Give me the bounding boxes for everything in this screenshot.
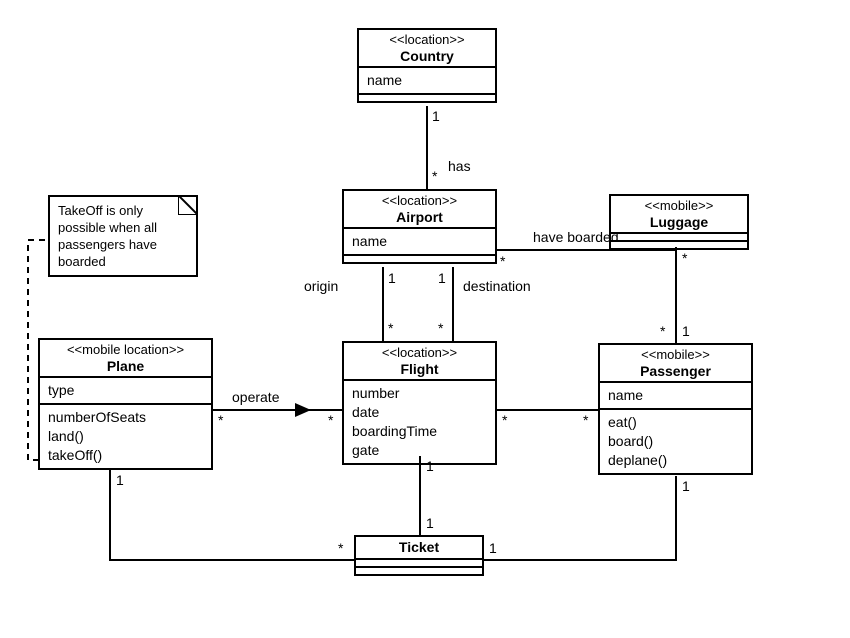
class-name: Flight [400,361,438,377]
stereotype-label: <<location>> [350,193,489,209]
stereotype-label: <<mobile>> [617,198,741,214]
class-country-header: <<location>> Country [359,30,495,68]
class-plane: <<mobile location>> Plane type numberOfS… [38,338,213,470]
ops-section [611,242,747,248]
mult-passenger-luggage-end: 1 [682,323,690,339]
mult-airport-end-has: * [432,168,437,184]
class-passenger: <<mobile>> Passenger name eat() board() … [598,343,753,475]
class-luggage: <<mobile>> Luggage [609,194,749,250]
attrs-section: name [600,383,751,410]
mult-plane-ticket-plane: 1 [116,472,124,488]
constraint-note: TakeOff is only possible when all passen… [48,195,198,277]
class-passenger-header: <<mobile>> Passenger [600,345,751,383]
attrs-section: name [359,68,495,95]
mult-haveboarded-airport: * [500,253,505,269]
assoc-destination-label: destination [463,278,531,294]
class-country: <<location>> Country name [357,28,497,103]
op: land() [48,427,203,446]
op: board() [608,432,743,451]
mult-haveboarded-passenger: * [660,323,665,339]
class-name: Airport [396,209,443,225]
ops-section: eat() board() deplane() [600,410,751,473]
note-fold-icon [178,195,198,215]
class-name: Ticket [399,539,439,555]
mult-flight-ticket-flight: 1 [426,458,434,474]
class-flight: <<location>> Flight number date boarding… [342,341,497,465]
stereotype-label: <<location>> [350,345,489,361]
stereotype-label: <<mobile location>> [46,342,205,358]
mult-operate-flight: * [328,412,333,428]
op: takeOff() [48,446,203,465]
note-text: TakeOff is only possible when all passen… [58,203,157,269]
class-airport: <<location>> Airport name [342,189,497,264]
attr: name [367,71,487,90]
attrs-section: number date boardingTime gate [344,381,495,463]
attrs-section [356,560,482,568]
mult-destination-far: * [438,320,443,336]
class-name: Plane [107,358,144,374]
class-name: Luggage [650,214,708,230]
mult-plane-ticket-ticket: * [338,540,343,556]
ops-section [359,95,495,101]
mult-luggage-end: * [682,250,687,266]
mult-flight-passenger-passenger: * [583,412,588,428]
ops-section: numberOfSeats land() takeOff() [40,405,211,468]
ops-section [344,256,495,262]
mult-passenger-ticket-passenger: 1 [682,478,690,494]
class-ticket-header: Ticket [356,537,482,560]
attr: boardingTime [352,422,487,441]
op: numberOfSeats [48,408,203,427]
attrs-section [611,234,747,242]
mult-origin-near: 1 [388,270,396,286]
stereotype-label: <<mobile>> [606,347,745,363]
class-plane-header: <<mobile location>> Plane [40,340,211,378]
ops-section [356,568,482,574]
attr: gate [352,441,487,460]
attr: name [352,232,487,251]
op: eat() [608,413,743,432]
mult-origin-far: * [388,320,393,336]
assoc-origin-label: origin [304,278,338,294]
assoc-has-label: has [448,158,471,174]
mult-destination-near: 1 [438,270,446,286]
attrs-section: type [40,378,211,405]
class-name: Country [400,48,454,64]
class-ticket: Ticket [354,535,484,576]
op: deplane() [608,451,743,470]
mult-passenger-ticket-ticket: 1 [489,540,497,556]
class-flight-header: <<location>> Flight [344,343,495,381]
class-luggage-header: <<mobile>> Luggage [611,196,747,234]
mult-country-end: 1 [432,108,440,124]
mult-flight-ticket-ticket: 1 [426,515,434,531]
attr: number [352,384,487,403]
attrs-section: name [344,229,495,256]
stereotype-label: <<location>> [365,32,489,48]
class-airport-header: <<location>> Airport [344,191,495,229]
assoc-operate-label: operate [232,389,279,405]
attr: date [352,403,487,422]
mult-flight-passenger-flight: * [502,412,507,428]
attr: name [608,386,743,405]
mult-operate-plane: * [218,412,223,428]
attr: type [48,381,203,400]
assoc-haveboarded-label: have boarded [533,229,619,245]
class-name: Passenger [640,363,711,379]
